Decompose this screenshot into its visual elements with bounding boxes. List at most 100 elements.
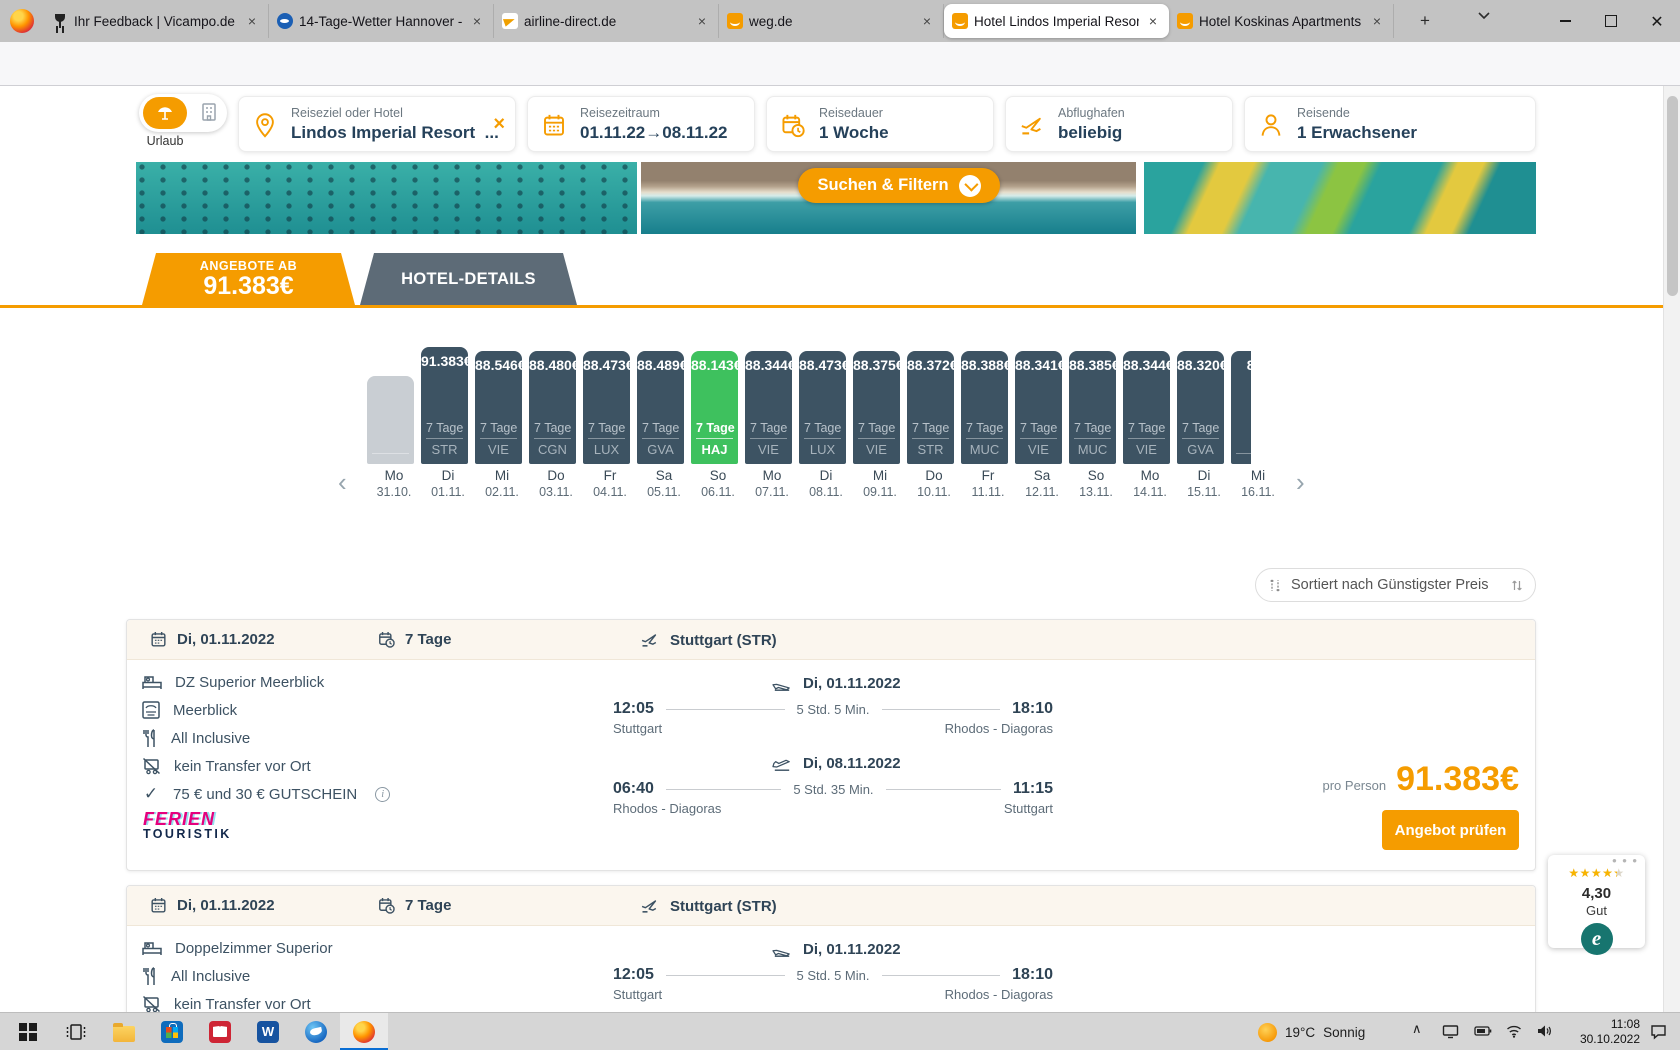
tab-close-icon[interactable] xyxy=(919,13,935,29)
book-app-icon[interactable] xyxy=(196,1013,244,1050)
chart-date[interactable]: Mi 02.11. xyxy=(475,468,529,499)
firefox-taskbar-icon[interactable] xyxy=(340,1013,388,1050)
location-pin-icon xyxy=(252,112,278,139)
browser-tab[interactable]: airline-direct.de xyxy=(494,4,719,38)
travel-mode-toggle[interactable] xyxy=(139,94,227,132)
chart-date-day: Fr xyxy=(583,468,637,483)
chart-date[interactable]: Mi 09.11. xyxy=(853,468,907,499)
browser-tab[interactable]: Hotel Lindos Imperial Resort & S xyxy=(944,4,1169,38)
chart-date[interactable]: Mo 07.11. xyxy=(745,468,799,499)
tray-display-icon[interactable] xyxy=(1442,1024,1459,1039)
minimize-button[interactable] xyxy=(1542,0,1588,42)
check-offer-button[interactable]: Angebot prüfen xyxy=(1382,810,1519,850)
chart-date[interactable]: Di 08.11. xyxy=(799,468,853,499)
search-filter-button[interactable]: Suchen & Filtern xyxy=(798,168,1000,203)
chart-date[interactable]: Di 01.11. xyxy=(421,468,475,499)
info-icon[interactable] xyxy=(375,787,390,802)
destination-field[interactable]: Reiseziel oder Hotel Lindos Imperial Res… xyxy=(238,96,516,152)
chart-date[interactable]: Sa 05.11. xyxy=(637,468,691,499)
word-icon[interactable] xyxy=(244,1013,292,1050)
airport-field[interactable]: Abflughafen beliebig xyxy=(1005,96,1233,152)
clear-destination-icon[interactable] xyxy=(493,113,505,136)
task-view-button[interactable] xyxy=(52,1013,100,1050)
notification-center-icon[interactable] xyxy=(1650,1024,1667,1040)
bar-price: 88.480€ xyxy=(529,351,576,373)
thunderbird-icon[interactable] xyxy=(292,1013,340,1050)
tray-network-icon[interactable] xyxy=(1506,1024,1522,1038)
tab-offers[interactable]: ANGEBOTE AB 91.383€ xyxy=(142,253,355,305)
price-bar[interactable] xyxy=(367,376,414,464)
price-bar[interactable]: 88 xyxy=(1231,351,1251,464)
voucher-feature: ✓ 75 € und 30 € GUTSCHEIN xyxy=(141,784,390,804)
duration-field[interactable]: Reisedauer 1 Woche xyxy=(766,96,994,152)
tray-battery-icon[interactable] xyxy=(1474,1024,1492,1038)
tab-close-icon[interactable] xyxy=(469,13,485,29)
tab-close-icon[interactable] xyxy=(1145,13,1161,29)
page-scrollbar[interactable] xyxy=(1663,86,1680,1012)
microsoft-store-icon[interactable] xyxy=(148,1013,196,1050)
chart-date[interactable]: So 13.11. xyxy=(1069,468,1123,499)
hotel-building-icon[interactable] xyxy=(200,102,218,122)
taskbar-clock[interactable]: 11:08 30.10.2022 xyxy=(1568,1017,1640,1047)
mode-label: Urlaub xyxy=(139,134,191,148)
price-bar[interactable]: 88.473€ 7 Tage LUX xyxy=(583,351,630,464)
cutlery-icon xyxy=(141,728,159,749)
chart-date[interactable]: Fr 11.11. xyxy=(961,468,1015,499)
price-bar[interactable]: 88.344€ 7 Tage VIE xyxy=(745,351,792,464)
chart-date[interactable]: Do 03.11. xyxy=(529,468,583,499)
scrollbar-thumb[interactable] xyxy=(1667,96,1678,296)
bar-airport: VIE xyxy=(1123,439,1170,464)
chart-next-icon[interactable]: › xyxy=(1296,470,1305,494)
chart-date[interactable]: Mi 16.11. xyxy=(1231,468,1285,499)
bar-airport: STR xyxy=(907,439,954,464)
price-bar[interactable]: 88.385€ 7 Tage MUC xyxy=(1069,351,1116,464)
taskbar-weather[interactable]: 19°C Sonnig xyxy=(1258,1013,1365,1050)
tray-volume-icon[interactable] xyxy=(1536,1024,1552,1038)
chart-date[interactable]: Di 15.11. xyxy=(1177,468,1231,499)
new-tab-button[interactable]: + xyxy=(1414,10,1436,32)
price-bar[interactable]: 88.341€ 7 Tage VIE xyxy=(1015,351,1062,464)
price-bar[interactable]: 88.375€ 7 Tage VIE xyxy=(853,351,900,464)
chart-date[interactable]: Mo 31.10. xyxy=(367,468,421,499)
browser-tab[interactable]: weg.de xyxy=(719,4,944,38)
firefox-logo-icon xyxy=(10,9,34,33)
price-bar[interactable]: 88.372€ 7 Tage STR xyxy=(907,351,954,464)
chart-date[interactable]: Do 10.11. xyxy=(907,468,961,499)
price-bar[interactable]: 88.480€ 7 Tage CGN xyxy=(529,351,576,464)
tab-close-icon[interactable] xyxy=(244,13,260,29)
price-bar[interactable]: 88.143€ 7 Tage HAJ xyxy=(691,351,738,464)
plane-arrival-icon xyxy=(771,940,793,958)
chart-prev-icon[interactable]: ‹ xyxy=(338,470,347,494)
browser-tab[interactable]: Hotel Koskinas Apartments in A xyxy=(1169,4,1394,38)
tray-expand-icon[interactable]: ∧ xyxy=(1412,1021,1422,1037)
ekomi-rating-widget[interactable]: • • • 4,30 Gut xyxy=(1548,855,1645,948)
tab-close-icon[interactable] xyxy=(1369,13,1385,29)
close-window-button[interactable] xyxy=(1634,0,1680,42)
price-bar[interactable]: 88.344€ 7 Tage VIE xyxy=(1123,351,1170,464)
chart-date[interactable]: So 06.11. xyxy=(691,468,745,499)
sort-button[interactable]: Sortiert nach Günstigster Preis xyxy=(1255,568,1536,602)
start-button[interactable] xyxy=(4,1013,52,1050)
bar-airport: GVA xyxy=(1177,439,1224,464)
tab-list-chevron-icon[interactable] xyxy=(1478,12,1490,20)
calendar-icon xyxy=(541,112,567,139)
beach-umbrella-icon[interactable] xyxy=(143,97,187,129)
browser-tab[interactable]: 14-Tage-Wetter Hannover - Wet xyxy=(269,4,494,38)
price-bar[interactable]: 88.320€ 7 Tage GVA xyxy=(1177,351,1224,464)
maximize-button[interactable] xyxy=(1588,0,1634,42)
price-bar[interactable]: 88.388€ 7 Tage MUC xyxy=(961,351,1008,464)
chart-date[interactable]: Mo 14.11. xyxy=(1123,468,1177,499)
file-explorer-icon[interactable] xyxy=(100,1013,148,1050)
chart-date[interactable]: Fr 04.11. xyxy=(583,468,637,499)
tab-hotel-details[interactable]: HOTEL-DETAILS xyxy=(360,253,577,305)
travellers-field[interactable]: Reisende 1 Erwachsener xyxy=(1244,96,1536,152)
price-bar[interactable]: 88.473€ 7 Tage LUX xyxy=(799,351,846,464)
chart-date[interactable]: Sa 12.11. xyxy=(1015,468,1069,499)
price-bar[interactable]: 88.489€ 7 Tage GVA xyxy=(637,351,684,464)
tab-close-icon[interactable] xyxy=(694,13,710,29)
price-bar[interactable]: 88.546€ 7 Tage VIE xyxy=(475,351,522,464)
plane-arrival-icon xyxy=(771,674,793,692)
price-bar[interactable]: 91.383€ 7 Tage STR xyxy=(421,347,468,464)
daterange-field[interactable]: Reisezeitraum 01.11.22→08.11.22 xyxy=(527,96,755,152)
browser-tab[interactable]: Ihr Feedback | Vicampo.de xyxy=(44,4,269,38)
